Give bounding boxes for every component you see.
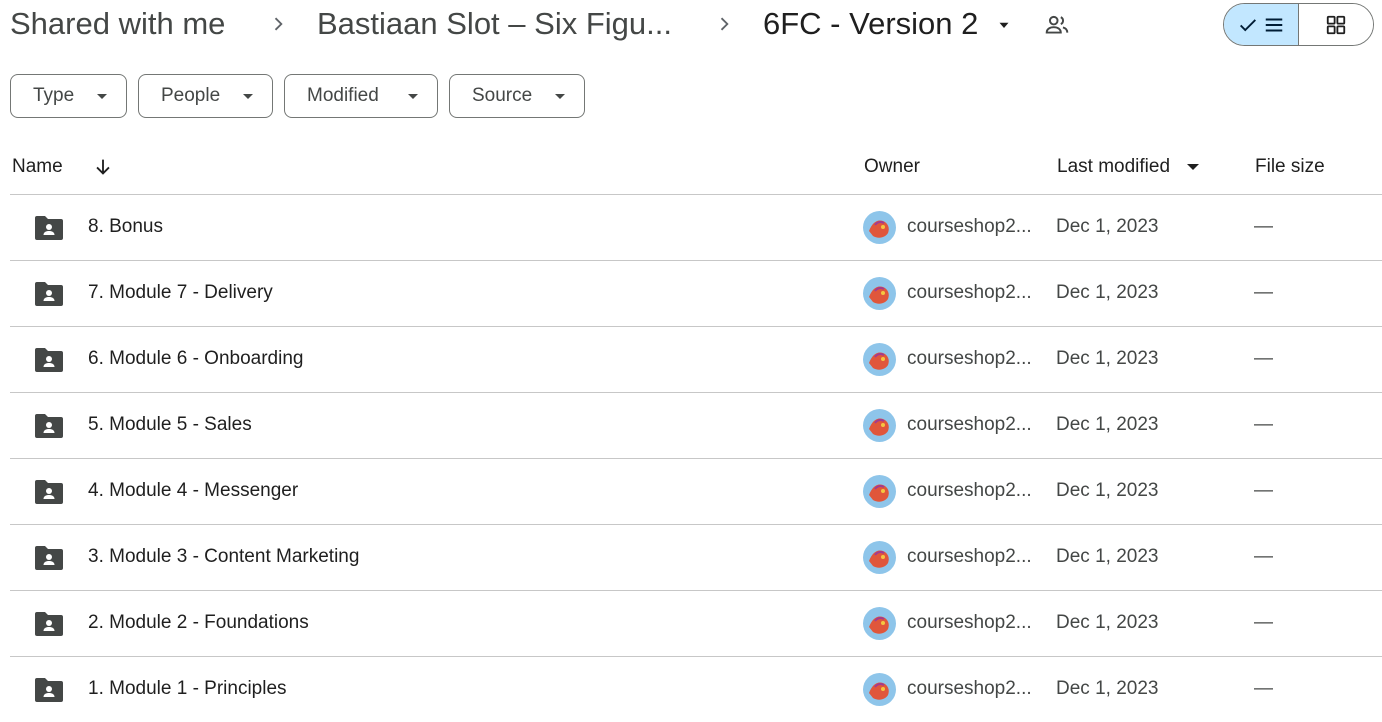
file-name[interactable]: 2. Module 2 - Foundations [88,609,309,637]
shared-folder-icon [35,216,63,240]
shared-folder-icon [35,414,63,438]
shared-folder-icon [35,480,63,504]
chevron-right-icon [720,17,729,31]
owner-name: courseshop2... [907,546,1032,567]
file-size: — [1254,612,1273,633]
table-row[interactable]: 4. Module 4 - Messenger courseshop2... D… [10,459,1382,525]
file-name[interactable]: 5. Module 5 - Sales [88,411,252,439]
column-header-last-modified[interactable]: Last modified [1057,152,1170,182]
filter-modified-label: Modified [307,85,379,106]
breadcrumb-parent-folder[interactable]: Bastiaan Slot – Six Figu... [317,4,672,44]
table-row[interactable]: 2. Module 2 - Foundations courseshop2...… [10,591,1382,657]
caret-down-icon[interactable] [1186,163,1200,171]
owner-name: courseshop2... [907,348,1032,369]
avatar [863,475,896,508]
table-row[interactable]: 6. Module 6 - Onboarding courseshop2... … [10,327,1382,393]
list-view-button[interactable] [1224,4,1299,45]
filter-people-label: People [161,85,221,106]
avatar [863,673,896,706]
owner-name: courseshop2... [907,414,1032,435]
caret-down-icon[interactable] [995,16,1013,34]
file-size: — [1254,348,1273,369]
modified-date: Dec 1, 2023 [1056,546,1159,567]
file-name[interactable]: 3. Module 3 - Content Marketing [88,543,359,571]
owner-name: courseshop2... [907,282,1032,303]
file-size: — [1254,414,1273,435]
modified-date: Dec 1, 2023 [1056,678,1159,699]
chevron-right-icon [274,17,283,31]
filter-source[interactable]: Source [449,74,585,118]
table-row[interactable]: 7. Module 7 - Delivery courseshop2... De… [10,261,1382,327]
filter-modified[interactable]: Modified [284,74,438,118]
filter-source-label: Source [472,85,533,106]
table-row[interactable]: 5. Module 5 - Sales courseshop2... Dec 1… [10,393,1382,459]
grid-icon [1326,15,1345,34]
caret-down-icon [97,94,107,99]
owner-name: courseshop2... [907,480,1032,501]
file-list: 8. Bonus courseshop2... Dec 1, 2023 — 7.… [10,195,1382,722]
avatar [863,607,896,640]
modified-date: Dec 1, 2023 [1056,282,1159,303]
file-size: — [1254,282,1273,303]
owner-name: courseshop2... [907,216,1032,237]
shared-folder-icon [35,546,63,570]
table-row[interactable]: 3. Module 3 - Content Marketing coursesh… [10,525,1382,591]
people-icon[interactable] [1044,12,1070,38]
breadcrumb-bar: Shared with me Bastiaan Slot – Six Figu.… [0,0,1382,52]
column-header-name[interactable]: Name [12,152,63,182]
column-header-file-size: File size [1255,156,1325,177]
modified-date: Dec 1, 2023 [1056,216,1159,237]
column-header-owner: Owner [864,156,920,177]
owner-name: courseshop2... [907,678,1032,699]
shared-folder-icon [35,678,63,702]
caret-down-icon [408,94,418,99]
avatar [863,409,896,442]
modified-date: Dec 1, 2023 [1056,414,1159,435]
filter-type[interactable]: Type [10,74,127,118]
avatar [863,211,896,244]
owner-name: courseshop2... [907,612,1032,633]
file-size: — [1254,216,1273,237]
modified-date: Dec 1, 2023 [1056,348,1159,369]
file-size: — [1254,678,1273,699]
breadcrumb-shared-with-me[interactable]: Shared with me [10,4,225,44]
caret-down-icon [243,94,253,99]
check-icon [1239,18,1256,31]
file-name[interactable]: 6. Module 6 - Onboarding [88,345,303,373]
table-row[interactable]: 8. Bonus courseshop2... Dec 1, 2023 — [10,195,1382,261]
shared-folder-icon [35,282,63,306]
file-size: — [1254,546,1273,567]
modified-date: Dec 1, 2023 [1056,612,1159,633]
arrow-down-icon[interactable] [92,156,114,178]
filter-people[interactable]: People [138,74,273,118]
avatar [863,277,896,310]
breadcrumb-current-folder[interactable]: 6FC - Version 2 [763,4,978,44]
list-icon [1265,17,1282,32]
table-row[interactable]: 1. Module 1 - Principles courseshop2... … [10,657,1382,722]
file-name[interactable]: 1. Module 1 - Principles [88,675,287,703]
shared-folder-icon [35,612,63,636]
file-size: — [1254,480,1273,501]
file-name[interactable]: 4. Module 4 - Messenger [88,477,298,505]
filter-type-label: Type [33,85,75,106]
file-name[interactable]: 7. Module 7 - Delivery [88,279,273,307]
avatar [863,343,896,376]
modified-date: Dec 1, 2023 [1056,480,1159,501]
file-name[interactable]: 8. Bonus [88,213,163,241]
caret-down-icon [555,94,565,99]
grid-view-button[interactable] [1298,4,1373,45]
avatar [863,541,896,574]
shared-folder-icon [35,348,63,372]
view-toggle [1223,3,1374,46]
